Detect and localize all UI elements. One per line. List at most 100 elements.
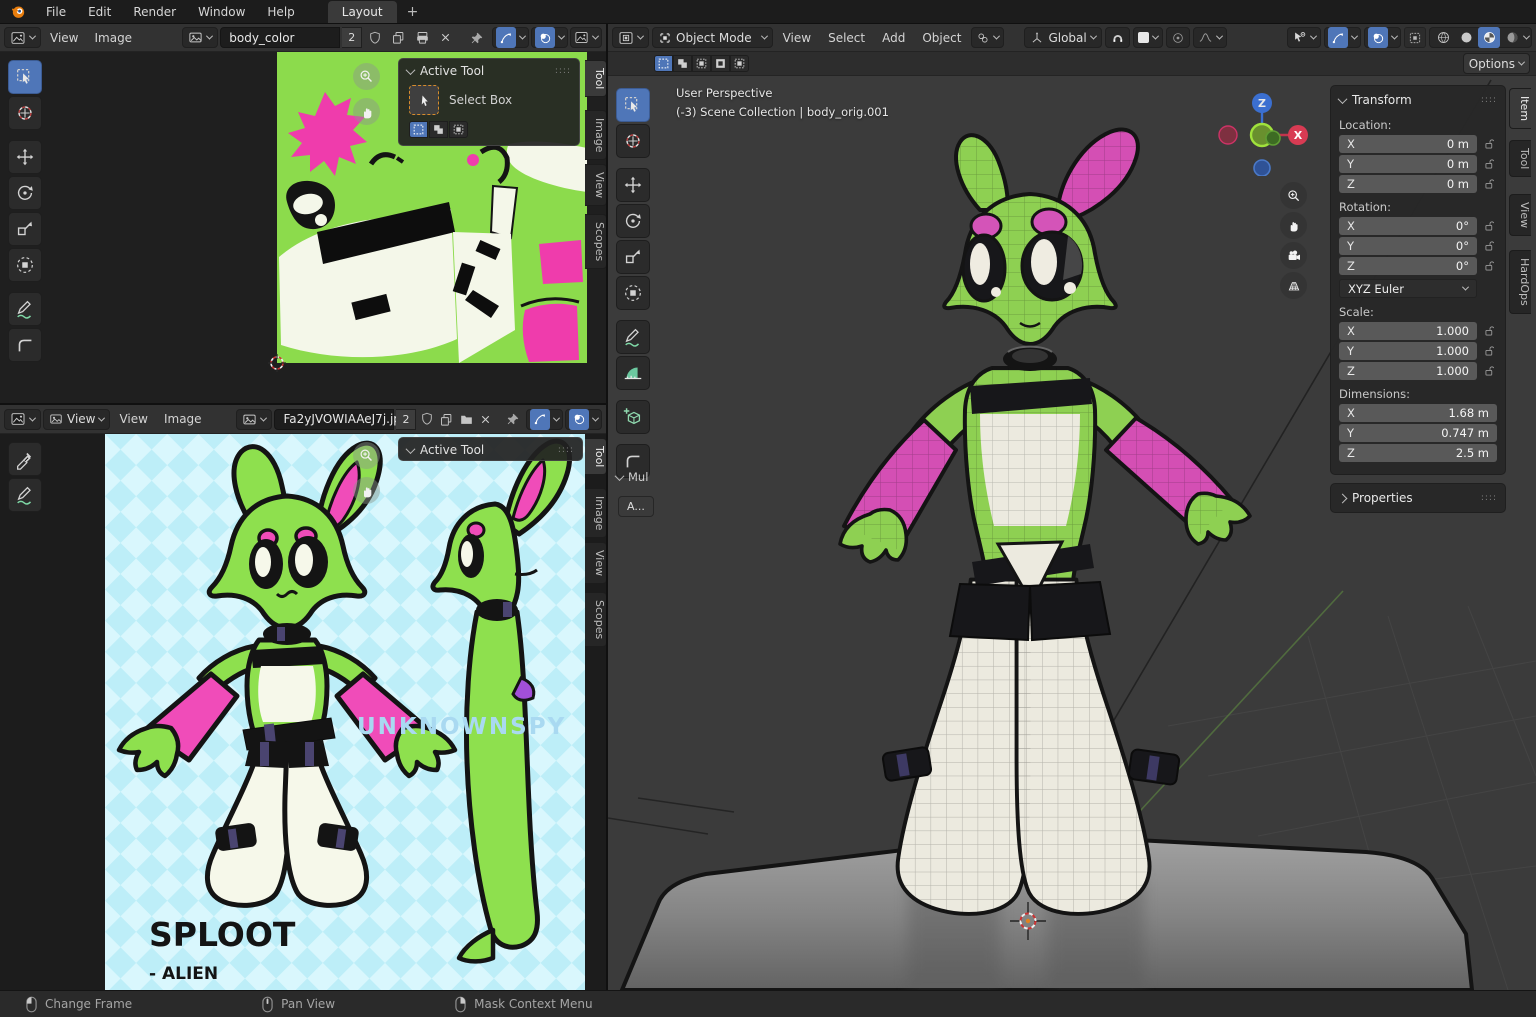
image-browse-button[interactable] (236, 409, 272, 430)
options-dropdown[interactable]: Options (1463, 53, 1530, 74)
select-mode-intersect[interactable] (730, 55, 749, 72)
add-workspace-button[interactable]: + (397, 4, 429, 20)
ref-menu-image[interactable]: Image (157, 408, 209, 430)
lock-open-icon[interactable] (1483, 239, 1497, 253)
image-name-field[interactable]: body_color (220, 27, 340, 48)
ref-editor-canvas[interactable]: UNKNOWNSPY SPLOOT - ALIEN - GENDERLESS/S… (0, 434, 606, 990)
vp-menu-add[interactable]: Add (875, 27, 912, 49)
dimensions-y-field[interactable]: Y0.747 m (1339, 424, 1497, 442)
select-mode-extend[interactable] (429, 121, 448, 138)
snap-settings-dropdown[interactable] (1133, 27, 1163, 48)
image-users-count[interactable]: 2 (396, 409, 416, 430)
ref-tab-view[interactable]: View (585, 542, 606, 584)
last-operator-panel[interactable]: Mul (616, 470, 648, 484)
tool-move[interactable] (8, 140, 42, 174)
tool-scale[interactable] (616, 240, 650, 274)
pack-image-button[interactable] (411, 27, 433, 48)
select-mode-set[interactable] (409, 121, 428, 138)
tool-transform[interactable] (616, 276, 650, 310)
ref-overlays-toggle[interactable] (565, 409, 602, 430)
uv-overlays-toggle[interactable] (531, 27, 568, 48)
tool-annotate[interactable] (616, 320, 650, 354)
zoom-in-button[interactable] (353, 442, 380, 469)
navigation-axis-gizmo[interactable]: Z X (1216, 84, 1308, 176)
lock-open-icon[interactable] (1483, 324, 1497, 338)
panel-grip[interactable]: :::: (558, 447, 574, 453)
tool-scale[interactable] (8, 212, 42, 246)
dimensions-z-field[interactable]: Z2.5 m (1339, 444, 1497, 462)
select-mode-invert[interactable] (711, 55, 730, 72)
shading-solid-button[interactable] (1455, 27, 1477, 48)
tool-2d-cursor[interactable] (8, 96, 42, 130)
xray-toggle[interactable] (1404, 27, 1426, 48)
panel-grip[interactable]: :::: (555, 68, 571, 74)
menu-edit[interactable]: Edit (77, 0, 122, 24)
rotation-y-field[interactable]: Y0° (1339, 237, 1477, 255)
display-channels-button[interactable] (570, 27, 602, 48)
select-mode-subtract[interactable] (692, 55, 711, 72)
viewport-pan-button[interactable] (1280, 212, 1307, 239)
menu-help[interactable]: Help (256, 0, 305, 24)
editor-type-button[interactable] (4, 409, 41, 430)
vp-menu-select[interactable]: Select (821, 27, 872, 49)
lock-open-icon[interactable] (1483, 137, 1497, 151)
viewport-camera-button[interactable] (1280, 242, 1307, 269)
tool-annotate[interactable] (8, 478, 42, 512)
tool-rotate[interactable] (616, 204, 650, 238)
editor-type-button[interactable] (612, 27, 649, 48)
rotation-x-field[interactable]: X0° (1339, 217, 1477, 235)
viewport-perspective-button[interactable] (1280, 272, 1307, 299)
lock-open-icon[interactable] (1483, 157, 1497, 171)
location-z-field[interactable]: Z0 m (1339, 175, 1477, 193)
image-name-field[interactable]: Fa2yJVOWIAAeJ7j.jpg (274, 409, 394, 430)
pin-icon[interactable] (466, 27, 488, 48)
ref-tab-scopes[interactable]: Scopes (585, 592, 606, 647)
operator-panel-button[interactable]: A... (618, 496, 654, 517)
blender-logo-icon[interactable] (10, 3, 27, 20)
panel-grip[interactable]: :::: (1481, 97, 1497, 103)
select-box-tool-icon[interactable] (409, 85, 439, 115)
ref-tab-image[interactable]: Image (585, 488, 606, 538)
shading-material-button[interactable] (1478, 27, 1500, 48)
location-y-field[interactable]: Y0 m (1339, 155, 1477, 173)
lock-open-icon[interactable] (1483, 259, 1497, 273)
uv-tab-image[interactable]: Image (585, 110, 606, 160)
uv-editor-canvas[interactable]: Active Tool :::: Select Box Tool Image V… (0, 52, 606, 403)
uv-menu-view[interactable]: View (43, 27, 85, 49)
panel-grip[interactable]: :::: (1481, 495, 1497, 501)
pin-icon[interactable] (505, 409, 523, 430)
overlays-toggle[interactable] (1364, 27, 1401, 48)
menu-file[interactable]: File (35, 0, 77, 24)
menu-render[interactable]: Render (122, 0, 187, 24)
tool-select-box[interactable] (8, 60, 42, 94)
lock-open-icon[interactable] (1483, 364, 1497, 378)
tool-annotate[interactable] (8, 292, 42, 326)
tool-select-box[interactable] (616, 88, 650, 122)
uv-tab-tool[interactable]: Tool (585, 60, 606, 97)
location-x-field[interactable]: X0 m (1339, 135, 1477, 153)
fake-user-shield-button[interactable] (418, 409, 436, 430)
sidebar-tab-item[interactable]: Item (1509, 88, 1531, 129)
shading-wireframe-button[interactable] (1432, 27, 1454, 48)
viewport-canvas[interactable]: User Perspective (-3) Scene Collection |… (608, 76, 1536, 990)
rotation-z-field[interactable]: Z0° (1339, 257, 1477, 275)
unpack-image-button[interactable] (457, 409, 475, 430)
transform-panel-header[interactable]: Transform:::: (1339, 89, 1497, 111)
show-gizmo-dropdown[interactable] (1287, 27, 1321, 48)
workspace-tab-layout[interactable]: Layout (328, 1, 397, 23)
tool-move[interactable] (616, 168, 650, 202)
unlink-image-button[interactable] (435, 27, 457, 48)
select-mode-extend[interactable] (673, 55, 692, 72)
active-tool-panel-header[interactable]: Active Tool :::: (399, 59, 579, 83)
lock-open-icon[interactable] (1483, 344, 1497, 358)
zoom-in-button[interactable] (353, 63, 380, 90)
sidebar-tab-view[interactable]: View (1509, 194, 1531, 236)
fake-user-shield-button[interactable] (364, 27, 386, 48)
image-browse-button[interactable] (182, 27, 218, 48)
properties-panel-header[interactable]: Properties:::: (1339, 487, 1497, 509)
tool-rotate[interactable] (8, 176, 42, 210)
tool-3d-cursor[interactable] (616, 124, 650, 158)
select-mode-set[interactable] (654, 55, 673, 72)
viewport-zoom-button[interactable] (1280, 182, 1307, 209)
ref-gizmos-toggle[interactable] (526, 409, 563, 430)
